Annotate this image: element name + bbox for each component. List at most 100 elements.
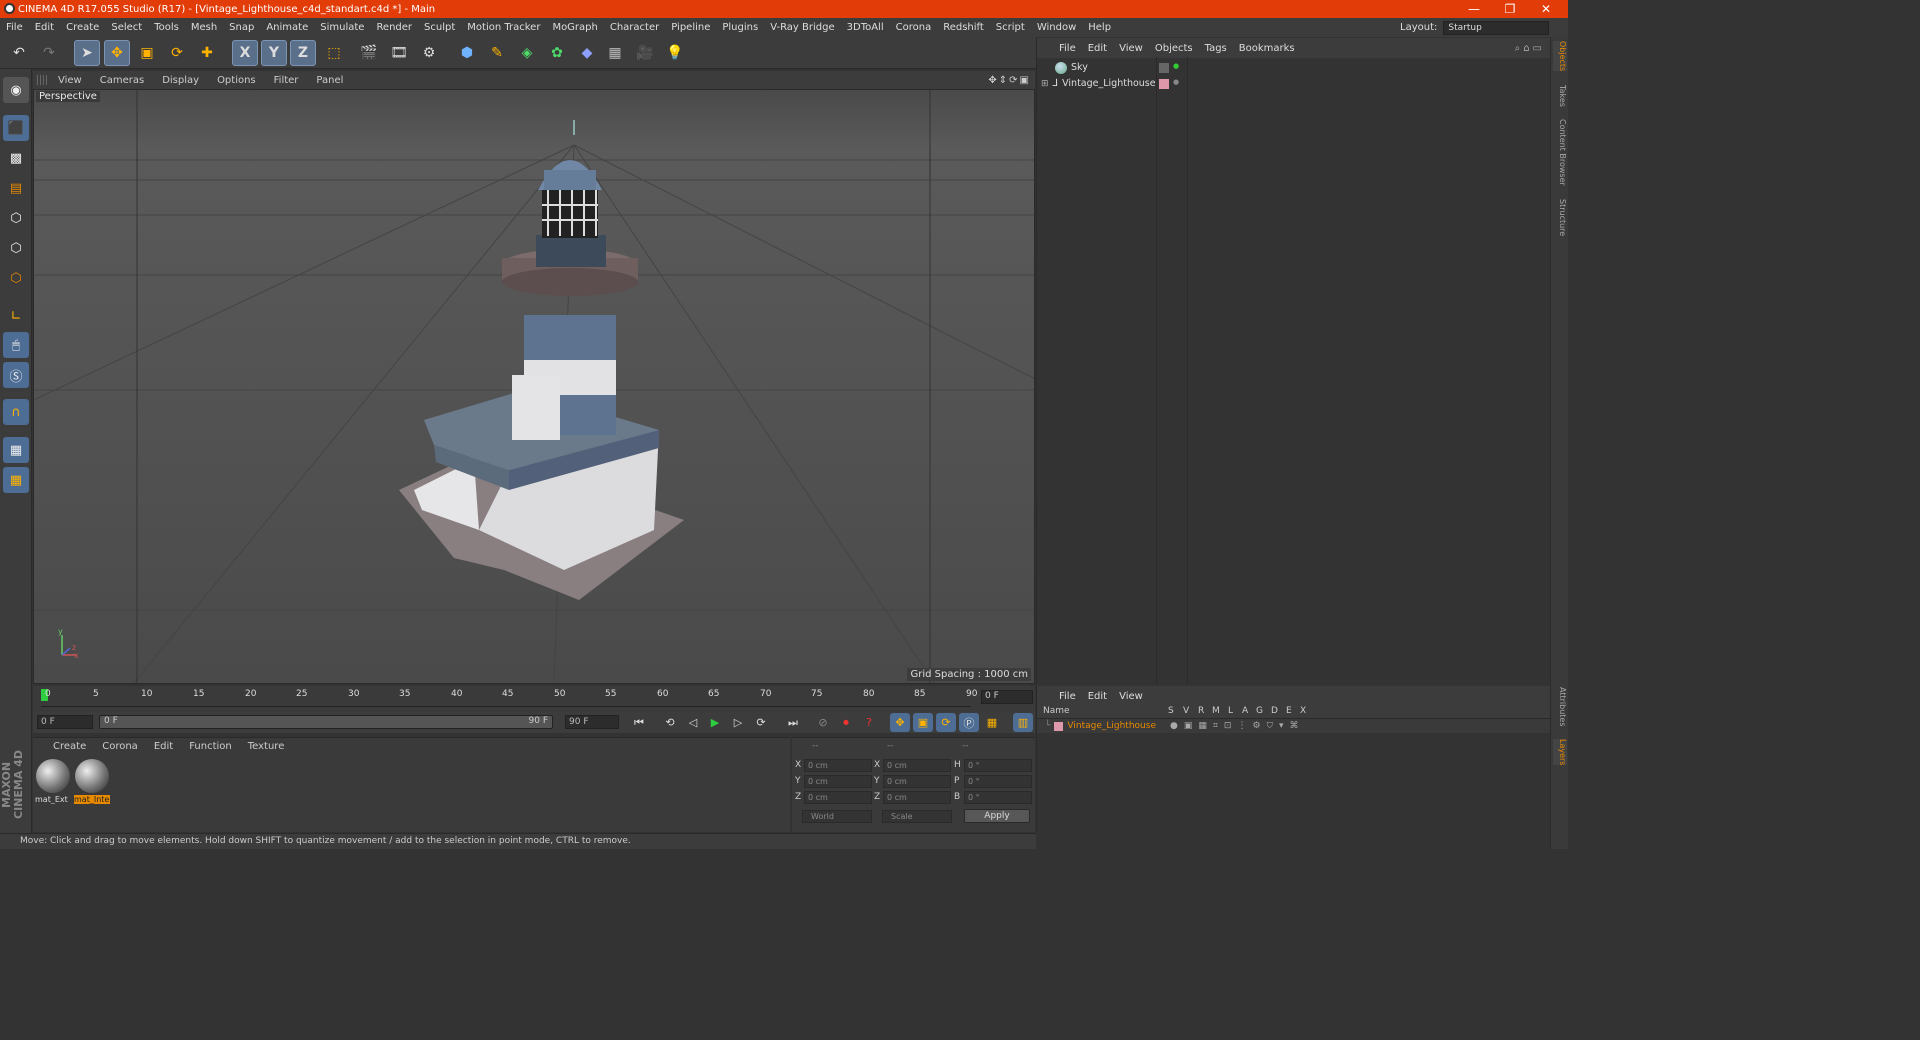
layer-col-d[interactable]: D xyxy=(1271,706,1278,716)
layer-col-s[interactable]: S xyxy=(1168,706,1174,716)
workplane-lock-icon[interactable]: ▦ xyxy=(3,437,29,463)
coordinate-system-dropdown[interactable]: World xyxy=(802,810,872,823)
tab-attributes[interactable]: Attributes xyxy=(1553,687,1567,727)
undo-icon[interactable]: ↶ xyxy=(6,40,32,66)
om-search-home-icons[interactable]: ⌕⌂▭ xyxy=(1515,43,1545,54)
layer-col-name[interactable]: Name xyxy=(1043,706,1070,716)
menu-redshift[interactable]: Redshift xyxy=(937,22,990,33)
layer-toggle-icons[interactable]: ●▣▦⌗⊡⋮⚙⛉▾⌘ xyxy=(1170,721,1305,731)
om-menu-bookmarks[interactable]: Bookmarks xyxy=(1233,43,1301,54)
viewport-menu-panel[interactable]: Panel xyxy=(307,75,352,86)
layer-col-v[interactable]: V xyxy=(1183,706,1189,716)
live-selection-icon[interactable]: ➤ xyxy=(74,40,100,66)
layer-col-e[interactable]: E xyxy=(1286,706,1292,716)
om-menu-file[interactable]: File xyxy=(1053,43,1082,54)
material-swatch-ext[interactable]: mat_Ext xyxy=(35,758,71,806)
sky-layer-tag-icon[interactable] xyxy=(1159,63,1169,73)
om-menu-view[interactable]: View xyxy=(1113,43,1149,54)
size-mode-dropdown[interactable]: Scale xyxy=(882,810,952,823)
lm-menu-file[interactable]: File xyxy=(1053,691,1082,702)
viewport-menu-view[interactable]: View xyxy=(49,75,91,86)
render-picture-viewer-icon[interactable]: 🎞 xyxy=(386,40,412,66)
viewport-menu-options[interactable]: Options xyxy=(208,75,265,86)
menu-create[interactable]: Create xyxy=(60,22,105,33)
menu-pipeline[interactable]: Pipeline xyxy=(665,22,716,33)
previous-key-icon[interactable]: ⟲ xyxy=(660,713,680,732)
spline-pen-icon[interactable]: ✎ xyxy=(484,40,510,66)
tab-objects[interactable]: Objects xyxy=(1553,41,1567,72)
make-editable-icon[interactable]: ◉ xyxy=(3,77,29,103)
material-menu-function[interactable]: Function xyxy=(181,741,240,752)
menu-character[interactable]: Character xyxy=(604,22,665,33)
coordinate-system-icon[interactable]: ⬚ xyxy=(321,40,347,66)
redo-icon[interactable]: ↷ xyxy=(36,40,62,66)
close-button[interactable]: ✕ xyxy=(1528,0,1564,18)
menu-mesh[interactable]: Mesh xyxy=(185,22,223,33)
tab-takes[interactable]: Takes xyxy=(1553,85,1567,107)
layout-dropdown[interactable]: Startup xyxy=(1443,20,1550,35)
sky-visibility-dots-icon[interactable]: ● xyxy=(1173,62,1179,70)
rotation-h-field[interactable]: 0 ° xyxy=(964,759,1032,772)
lighthouse-visibility-dots-icon[interactable]: ● xyxy=(1173,78,1179,86)
layer-color-swatch[interactable] xyxy=(1054,721,1064,731)
scale-tool-icon[interactable]: ▣ xyxy=(134,40,160,66)
rotation-b-field[interactable]: 0 ° xyxy=(964,791,1032,804)
material-menu-create[interactable]: Create xyxy=(45,741,94,752)
layer-col-g[interactable]: G xyxy=(1256,706,1263,716)
menu-motion-tracker[interactable]: Motion Tracker xyxy=(461,22,546,33)
play-forward-icon[interactable]: ▶ xyxy=(705,713,725,732)
polygons-mode-icon[interactable]: ⬡ xyxy=(3,265,29,291)
position-z-field[interactable]: 0 cm xyxy=(804,791,872,804)
points-mode-icon[interactable]: ⬡ xyxy=(3,205,29,231)
move-tool-icon[interactable]: ✥ xyxy=(104,40,130,66)
rotation-p-field[interactable]: 0 ° xyxy=(964,775,1032,788)
model-mode-icon[interactable]: ⬛ xyxy=(3,115,29,141)
om-menu-objects[interactable]: Objects xyxy=(1149,43,1199,54)
size-y-field[interactable]: 0 cm xyxy=(883,775,951,788)
go-to-end-icon[interactable]: ⏭ xyxy=(783,713,803,732)
tab-layers[interactable]: Layers xyxy=(1553,739,1567,766)
lighthouse-layer-color-icon[interactable] xyxy=(1159,79,1169,89)
current-frame-field[interactable]: 0 F xyxy=(981,690,1033,704)
material-menu-edit[interactable]: Edit xyxy=(146,741,181,752)
record-keys-disabled-icon[interactable]: ⊘ xyxy=(813,713,833,732)
material-swatch-inte[interactable]: mat_Inte xyxy=(74,758,110,806)
next-key-icon[interactable]: ⟳ xyxy=(751,713,771,732)
menu-tools[interactable]: Tools xyxy=(148,22,185,33)
menu-edit[interactable]: Edit xyxy=(29,22,60,33)
workplane-icon[interactable]: ▤ xyxy=(3,175,29,201)
menu-corona[interactable]: Corona xyxy=(890,22,938,33)
material-menu-texture[interactable]: Texture xyxy=(240,741,293,752)
menu-vray-bridge[interactable]: V-Ray Bridge xyxy=(764,22,840,33)
perspective-viewport[interactable]: y z x Perspective Grid Spacing : 1000 cm xyxy=(33,89,1035,684)
om-menu-tags[interactable]: Tags xyxy=(1199,43,1233,54)
menu-animate[interactable]: Animate xyxy=(260,22,314,33)
layer-col-r[interactable]: R xyxy=(1198,706,1204,716)
viewport-camera-label[interactable]: Perspective xyxy=(36,91,100,102)
floor-icon[interactable]: ▦ xyxy=(602,40,628,66)
expand-plus-icon[interactable]: ⊞ xyxy=(1041,79,1049,89)
menu-window[interactable]: Window xyxy=(1031,22,1082,33)
deformer-icon[interactable]: ◆ xyxy=(574,40,600,66)
snap-mode-icon[interactable]: Ⓢ xyxy=(3,362,29,388)
cube-primitive-icon[interactable]: ⬢ xyxy=(454,40,480,66)
timeline[interactable]: 0 5 10 15 20 25 30 35 40 45 50 55 60 65 … xyxy=(33,686,1035,712)
viewport-menu-display[interactable]: Display xyxy=(153,75,208,86)
menu-3dtoall[interactable]: 3DToAll xyxy=(841,22,890,33)
keyframe-selection-icon[interactable]: ? xyxy=(859,713,879,732)
key-pla-icon[interactable]: ▦ xyxy=(982,713,1002,732)
position-x-field[interactable]: 0 cm xyxy=(804,759,872,772)
menu-help[interactable]: Help xyxy=(1082,22,1117,33)
texture-mode-icon[interactable]: ▩ xyxy=(3,145,29,171)
planar-workplane-icon[interactable]: ▦ xyxy=(3,467,29,493)
go-to-start-icon[interactable]: ⏮ xyxy=(629,713,649,732)
x-axis-lock-icon[interactable]: X xyxy=(232,40,258,66)
size-z-field[interactable]: 0 cm xyxy=(883,791,951,804)
z-axis-lock-icon[interactable]: Z xyxy=(290,40,316,66)
key-scale-icon[interactable]: ▣ xyxy=(913,713,933,732)
end-frame-field[interactable]: 90 F xyxy=(565,715,619,729)
menu-plugins[interactable]: Plugins xyxy=(716,22,764,33)
key-parameter-icon[interactable]: Ⓟ xyxy=(959,713,979,732)
viewport-menu-cameras[interactable]: Cameras xyxy=(91,75,153,86)
camera-icon[interactable]: 🎥 xyxy=(632,40,658,66)
